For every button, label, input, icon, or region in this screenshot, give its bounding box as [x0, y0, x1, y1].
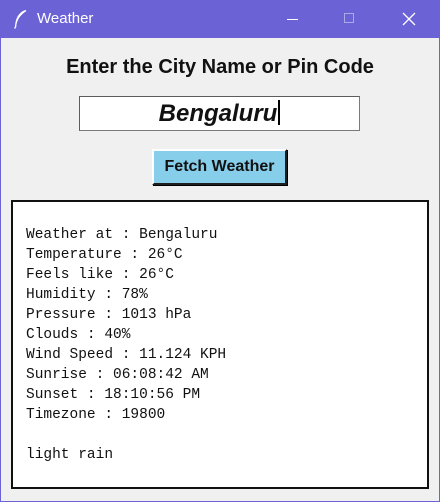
weather-window: Weather Enter the City Name or Pin Code …: [0, 0, 440, 502]
output-line-description: light rain: [26, 447, 114, 463]
city-input[interactable]: Bengaluru: [79, 96, 360, 131]
feather-icon: [14, 10, 27, 29]
output-blank-line: [26, 425, 226, 445]
client-area: Enter the City Name or Pin Code Bengalur…: [1, 38, 439, 501]
window-title: Weather: [37, 10, 94, 27]
close-icon: [402, 12, 416, 26]
output-line-feels-like: Feels like : 26°C: [26, 267, 174, 283]
maximize-icon: [344, 13, 354, 23]
text-caret: [278, 100, 281, 125]
output-line-temperature: Temperature : 26°C: [26, 247, 183, 263]
city-input-text: Bengaluru: [158, 100, 278, 127]
output-line-clouds: Clouds : 40%: [26, 327, 131, 343]
fetch-weather-button[interactable]: Fetch Weather: [152, 149, 287, 185]
output-line-humidity: Humidity : 78%: [26, 287, 148, 303]
weather-output-text: Weather at : Bengaluru Temperature : 26°…: [26, 225, 226, 465]
minimize-icon: [287, 19, 298, 20]
close-button[interactable]: [386, 0, 432, 38]
output-line-timezone: Timezone : 19800: [26, 407, 166, 423]
output-line-sunrise: Sunrise : 06:08:42 AM: [26, 367, 209, 383]
output-line-sunset: Sunset : 18:10:56 PM: [26, 387, 201, 403]
maximize-button[interactable]: [327, 0, 373, 38]
minimize-button[interactable]: [270, 0, 316, 38]
weather-output-box: Weather at : Bengaluru Temperature : 26°…: [11, 200, 429, 489]
output-line-wind-speed: Wind Speed : 11.124 KPH: [26, 347, 227, 363]
output-line-weather-at: Weather at : Bengaluru: [26, 227, 218, 243]
title-bar[interactable]: Weather: [0, 0, 440, 38]
output-line-pressure: Pressure : 1013 hPa: [26, 307, 192, 323]
prompt-heading: Enter the City Name or Pin Code: [66, 56, 374, 78]
